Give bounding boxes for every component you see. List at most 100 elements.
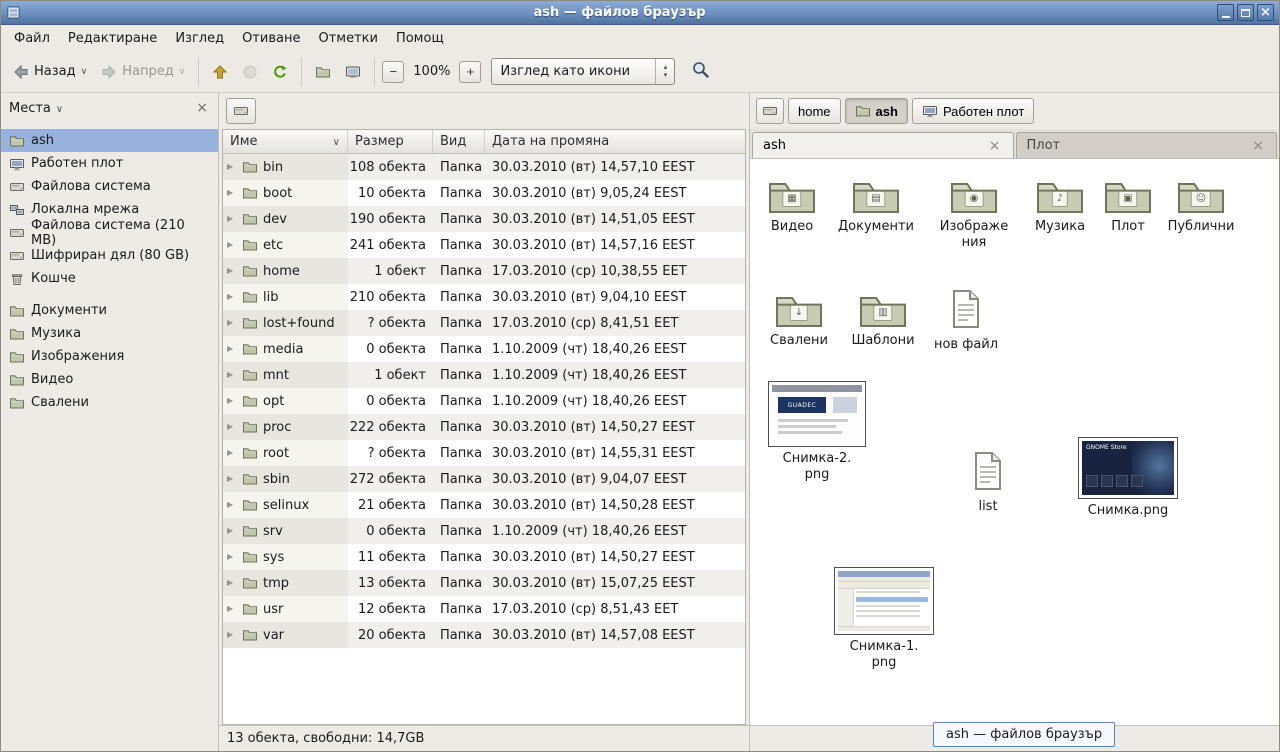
tab-plot[interactable]: Плот: [1016, 132, 1278, 158]
iconview-item-video-folder[interactable]: ▦Видео: [752, 177, 832, 235]
pathbar-root-button[interactable]: [756, 98, 784, 124]
iconview-item-list-file[interactable]: list: [953, 451, 1023, 515]
column-header-3[interactable]: Дата на промяна: [485, 130, 745, 153]
table-row[interactable]: proc222 обектаПапка30.03.2010 (вт) 14,50…: [223, 414, 745, 440]
stop-button[interactable]: [236, 59, 264, 85]
menu-item-view[interactable]: Изглед: [166, 25, 233, 51]
iconview-item-documents-folder[interactable]: ▤Документи: [831, 177, 921, 235]
table-row[interactable]: var20 обектаПапка30.03.2010 (вт) 14,57,0…: [223, 622, 745, 648]
table-row[interactable]: root? обектаПапка30.03.2010 (вт) 14,55,3…: [223, 440, 745, 466]
expander-icon[interactable]: [227, 475, 237, 483]
expander-icon[interactable]: [227, 631, 237, 639]
table-row[interactable]: selinux21 обектаПапка30.03.2010 (вт) 14,…: [223, 492, 745, 518]
reload-button[interactable]: [266, 59, 294, 85]
iconview-item-public-folder[interactable]: ☺Публични: [1159, 177, 1243, 235]
table-row[interactable]: boot10 обектаПапка30.03.2010 (вт) 9,05,2…: [223, 180, 745, 206]
table-row[interactable]: sbin272 обектаПапка30.03.2010 (вт) 9,04,…: [223, 466, 745, 492]
zoom-in-button[interactable]: +: [459, 61, 481, 83]
sidebar-item-documents[interactable]: Документи: [1, 299, 218, 322]
table-row[interactable]: lost+found? обектаПапка17.03.2010 (ср) 8…: [223, 310, 745, 336]
back-dropdown-icon[interactable]: ∨: [81, 67, 88, 77]
sidebar-item-trash[interactable]: Кошче: [1, 267, 218, 290]
icon-view[interactable]: ▦Видео▤Документи ◉Изображения♪Музика▣Плот…: [750, 159, 1279, 725]
back-button[interactable]: Назад ∨: [7, 59, 93, 85]
table-row[interactable]: sys11 обектаПапка30.03.2010 (вт) 14,50,2…: [223, 544, 745, 570]
chevron-down-icon[interactable]: [56, 101, 63, 116]
menu-item-edit[interactable]: Редактиране: [59, 25, 166, 51]
expander-icon[interactable]: [227, 527, 237, 535]
expander-icon[interactable]: [227, 449, 237, 457]
sidebar-item-images[interactable]: Изображения: [1, 345, 218, 368]
table-row[interactable]: opt0 обектаПапка1.10.2009 (чт) 18,40,26 …: [223, 388, 745, 414]
sidebar-item-encrypted-80gb[interactable]: Шифриран дял (80 GB): [1, 244, 218, 267]
expander-icon[interactable]: [227, 345, 237, 353]
expander-icon[interactable]: [227, 215, 237, 223]
table-row[interactable]: usr12 обектаПапка17.03.2010 (ср) 8,51,43…: [223, 596, 745, 622]
menu-item-bookmarks[interactable]: Отметки: [309, 25, 386, 51]
sidebar-item-music[interactable]: Музика: [1, 322, 218, 345]
sidebar-close-icon[interactable]: [196, 101, 208, 115]
iconview-item-desktop-folder[interactable]: ▣Плот: [1093, 177, 1163, 235]
table-row[interactable]: home1 обектПапка17.03.2010 (ср) 10,38,55…: [223, 258, 745, 284]
sidebar-item-video[interactable]: Видео: [1, 368, 218, 391]
sidebar-item-filesystem-210mb[interactable]: Файлова система (210 MB): [1, 221, 218, 244]
expander-icon[interactable]: [227, 189, 237, 197]
expander-icon[interactable]: [227, 501, 237, 509]
expander-icon[interactable]: [227, 397, 237, 405]
sidebar-title[interactable]: Места: [9, 101, 51, 116]
table-row[interactable]: bin108 обектаПапка30.03.2010 (вт) 14,57,…: [223, 154, 745, 180]
iconview-item-downloads-folder[interactable]: ↓Свалени: [757, 291, 841, 349]
zoom-out-button[interactable]: −: [382, 61, 404, 83]
forward-button[interactable]: Напред ∨: [95, 59, 191, 85]
iconview-item-new-file[interactable]: нов файл: [924, 289, 1008, 353]
pathbar-desktop-button[interactable]: Работен плот: [912, 98, 1034, 124]
forward-dropdown-icon[interactable]: ∨: [179, 67, 186, 77]
menu-item-file[interactable]: Файл: [5, 25, 59, 51]
iconview-item-templates-folder[interactable]: ▥Шаблони: [841, 291, 925, 349]
expander-icon[interactable]: [227, 267, 237, 275]
table-row[interactable]: lib210 обектаПапка30.03.2010 (вт) 9,04,1…: [223, 284, 745, 310]
column-header-2[interactable]: Вид: [433, 130, 485, 153]
table-row[interactable]: etc241 обектаПапка30.03.2010 (вт) 14,57,…: [223, 232, 745, 258]
column-header-1[interactable]: Размер: [348, 130, 433, 153]
iconview-item-images-folder[interactable]: ◉Изображения: [936, 177, 1012, 250]
iconview-item-snimka-1-png[interactable]: Снимка-1.png: [848, 567, 920, 670]
expander-icon[interactable]: [227, 423, 237, 431]
sidebar-item-filesystem[interactable]: Файлова система: [1, 175, 218, 198]
expander-icon[interactable]: [227, 163, 237, 171]
pathbar-home-button[interactable]: home: [788, 98, 841, 124]
close-button[interactable]: [1257, 4, 1274, 21]
table-row[interactable]: media0 обектаПапка1.10.2009 (чт) 18,40,2…: [223, 336, 745, 362]
table-row[interactable]: mnt1 обектПапка1.10.2009 (чт) 18,40,26 E…: [223, 362, 745, 388]
menu-item-go[interactable]: Отиване: [233, 25, 309, 51]
pathbar-root-button[interactable]: [226, 98, 256, 124]
expander-icon[interactable]: [227, 579, 237, 587]
up-button[interactable]: [206, 59, 234, 85]
sidebar-item-desktop[interactable]: Работен плот: [1, 152, 218, 175]
search-button[interactable]: [687, 56, 714, 87]
maximize-button[interactable]: [1237, 4, 1254, 21]
table-row[interactable]: srv0 обектаПапка1.10.2009 (чт) 18,40,26 …: [223, 518, 745, 544]
menu-item-help[interactable]: Помощ: [387, 25, 453, 51]
titlebar[interactable]: ash — файлов браузър: [1, 1, 1279, 25]
sidebar-item-ash[interactable]: ash: [1, 129, 218, 152]
view-mode-spinner-icon[interactable]: ▴▾: [655, 59, 674, 84]
expander-icon[interactable]: [227, 293, 237, 301]
iconview-item-snimka-png[interactable]: GNOME StoreСнимка.png: [1078, 437, 1178, 519]
sidebar-item-downloads[interactable]: Свалени: [1, 391, 218, 414]
iconview-item-music-folder[interactable]: ♪Музика: [1020, 177, 1100, 235]
home-button[interactable]: [309, 59, 337, 85]
tab-ash[interactable]: ash: [752, 132, 1014, 158]
table-row[interactable]: dev190 обектаПапка30.03.2010 (вт) 14,51,…: [223, 206, 745, 232]
column-header-0[interactable]: Име: [223, 130, 348, 153]
tab-close-icon[interactable]: [1250, 139, 1266, 153]
expander-icon[interactable]: [227, 241, 237, 249]
minimize-button[interactable]: [1217, 4, 1234, 21]
computer-button[interactable]: [339, 59, 367, 85]
pathbar-ash-button[interactable]: ash: [845, 98, 908, 124]
expander-icon[interactable]: [227, 319, 237, 327]
table-row[interactable]: tmp13 обектаПапка30.03.2010 (вт) 15,07,2…: [223, 570, 745, 596]
expander-icon[interactable]: [227, 371, 237, 379]
view-mode-select[interactable]: Изглед като икони ▴▾: [491, 58, 675, 85]
expander-icon[interactable]: [227, 553, 237, 561]
